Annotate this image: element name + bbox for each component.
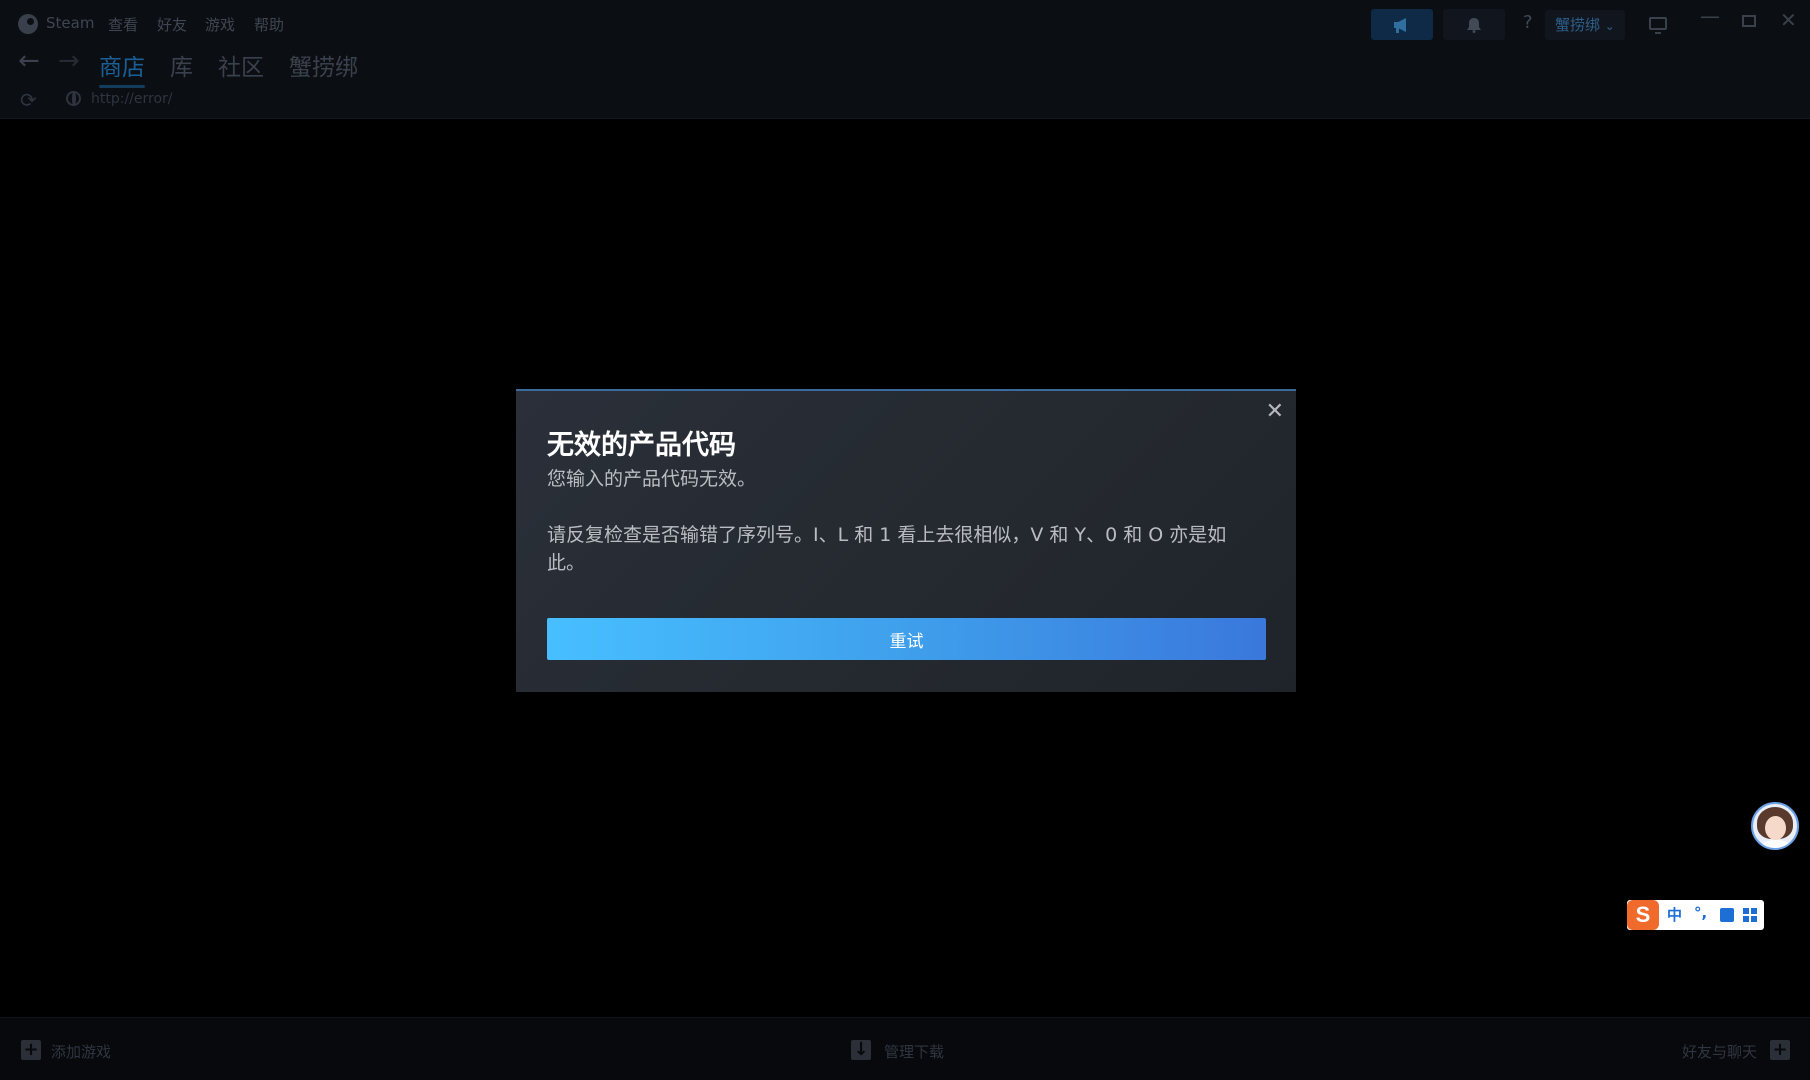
notifications-button[interactable] xyxy=(1443,9,1505,40)
titlebar: Steam 查看 好友 游戏 帮助 ? 蟹捞绑 ⌄ — ✕ xyxy=(0,0,1810,46)
close-window-icon[interactable]: ✕ xyxy=(1780,8,1797,32)
menu-view[interactable]: 查看 xyxy=(108,14,138,35)
steam-window: Steam 查看 好友 游戏 帮助 ? 蟹捞绑 ⌄ — ✕ ← → 商店 库 社… xyxy=(0,0,1810,1080)
friends-chat-icon[interactable]: + xyxy=(1770,1040,1790,1060)
big-picture-monitor-icon[interactable] xyxy=(1649,17,1667,34)
menu-help[interactable]: 帮助 xyxy=(254,14,284,35)
reload-icon[interactable]: ⟳ xyxy=(20,88,37,112)
bottom-bar: + 添加游戏 ↓ 管理下载 好友与聊天 + xyxy=(0,1017,1810,1080)
ime-toolbar[interactable]: S 中 °, xyxy=(1627,900,1764,930)
bell-icon xyxy=(1443,9,1505,40)
account-name: 蟹捞绑 xyxy=(1555,16,1601,34)
sogou-logo-icon[interactable]: S xyxy=(1627,900,1659,930)
friends-chat-button[interactable]: 好友与聊天 xyxy=(1682,1041,1757,1062)
add-game-icon[interactable]: + xyxy=(21,1040,41,1060)
dialog-subtitle: 您输入的产品代码无效。 xyxy=(547,468,757,490)
retry-button[interactable]: 重试 xyxy=(547,618,1266,660)
top-chrome: Steam 查看 好友 游戏 帮助 ? 蟹捞绑 ⌄ — ✕ ← → 商店 库 社… xyxy=(0,0,1810,119)
menu-games[interactable]: 游戏 xyxy=(205,14,235,35)
tab-community[interactable]: 社区 xyxy=(218,48,264,82)
dialog-message: 请反复检查是否输错了序列号。I、L 和 1 看上去很相似，V 和 Y、0 和 O… xyxy=(547,524,1227,574)
ime-punctuation-toggle[interactable]: °, xyxy=(1694,904,1707,922)
menu-friends[interactable]: 好友 xyxy=(157,14,187,35)
ime-skin-icon[interactable] xyxy=(1720,908,1734,922)
close-icon[interactable]: ✕ xyxy=(1266,401,1284,423)
navbar: ← → 商店 库 社区 蟹捞绑 xyxy=(0,46,1810,88)
announcements-button[interactable] xyxy=(1371,9,1433,40)
add-game-button[interactable]: 添加游戏 xyxy=(51,1041,111,1062)
invalid-code-dialog: ✕ 无效的产品代码 您输入的产品代码无效。 请反复检查是否输错了序列号。I、L … xyxy=(516,389,1296,692)
megaphone-icon xyxy=(1371,9,1433,40)
url-bar: ⟳ http://error/ xyxy=(0,86,1810,118)
account-menu-button[interactable]: 蟹捞绑 ⌄ xyxy=(1545,10,1625,40)
chevron-down-icon: ⌄ xyxy=(1604,19,1615,33)
downloads-icon[interactable]: ↓ xyxy=(851,1040,871,1060)
tab-library[interactable]: 库 xyxy=(170,48,193,82)
ime-mode-toggle[interactable]: 中 xyxy=(1667,904,1682,925)
help-icon[interactable]: ? xyxy=(1523,12,1533,33)
assistant-avatar[interactable] xyxy=(1751,802,1799,850)
tab-store[interactable]: 商店 xyxy=(99,48,145,88)
steam-logo-icon[interactable] xyxy=(18,14,38,34)
tab-profile[interactable]: 蟹捞绑 xyxy=(289,48,358,82)
forward-arrow-icon[interactable]: → xyxy=(58,46,80,76)
menu-steam[interactable]: Steam xyxy=(46,14,94,32)
ime-toolbox-icon[interactable] xyxy=(1743,908,1757,922)
globe-icon xyxy=(66,91,81,106)
dialog-title: 无效的产品代码 xyxy=(547,430,736,461)
manage-downloads-button[interactable]: 管理下载 xyxy=(884,1041,944,1062)
maximize-icon[interactable] xyxy=(1742,15,1756,27)
avatar-body xyxy=(1761,840,1791,848)
back-arrow-icon[interactable]: ← xyxy=(18,46,40,76)
url-text[interactable]: http://error/ xyxy=(91,91,173,107)
avatar-face xyxy=(1765,816,1786,840)
minimize-icon[interactable]: — xyxy=(1700,4,1720,28)
